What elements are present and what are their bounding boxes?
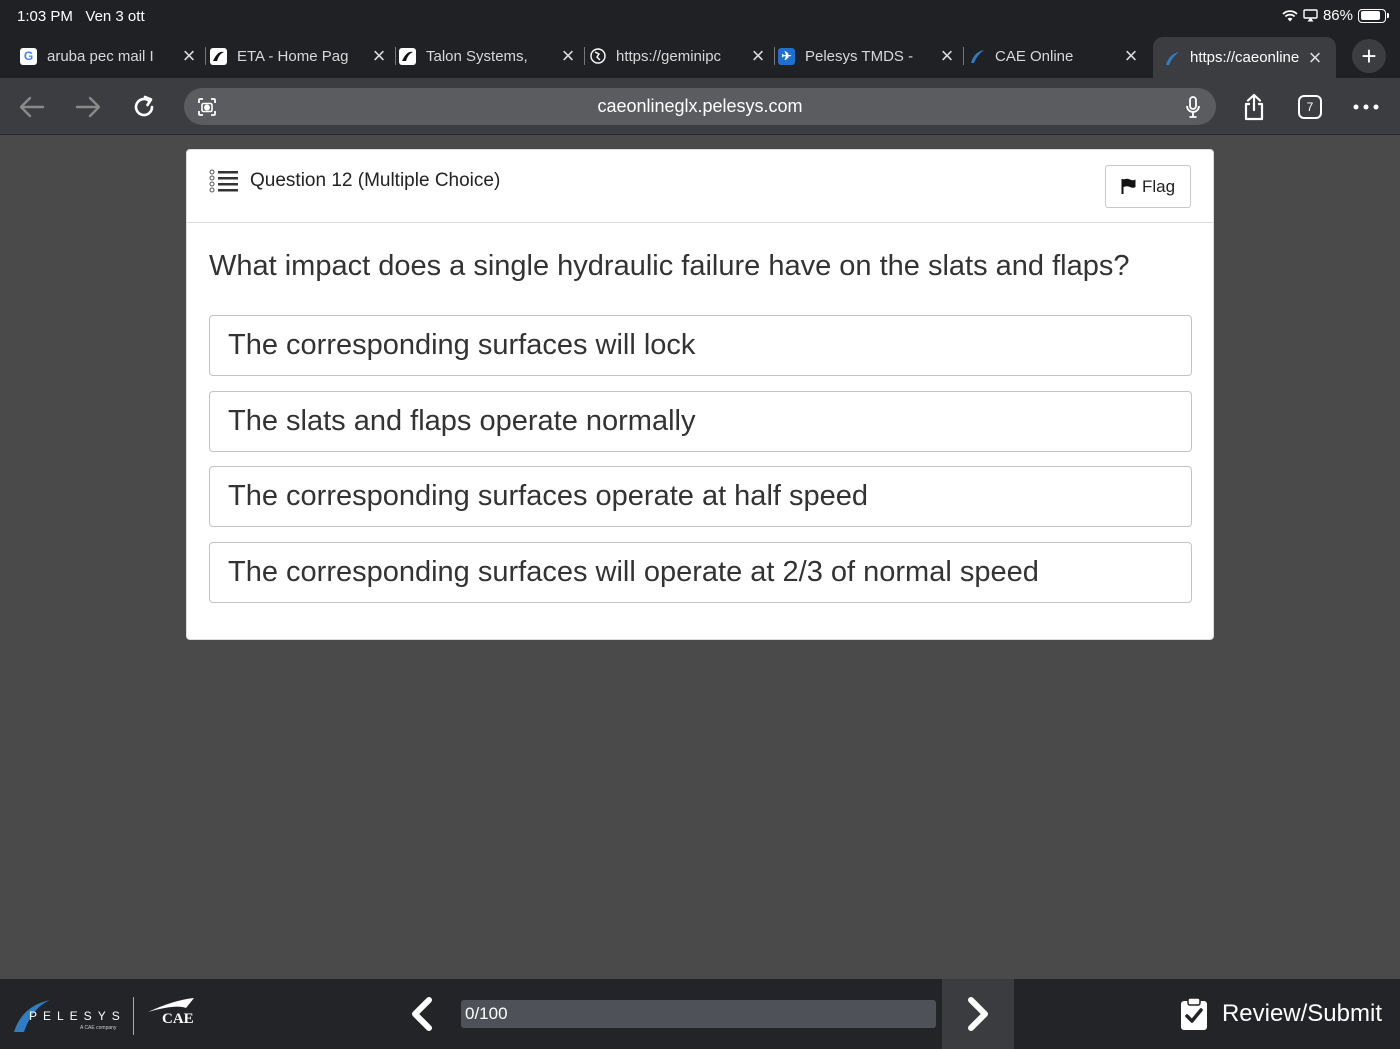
tab-separator: [584, 47, 585, 65]
share-icon: [1244, 93, 1264, 121]
share-button[interactable]: [1237, 90, 1271, 124]
status-time: 1:03 PM Ven 3 ott: [17, 8, 145, 25]
pelesys-logo: PELESYS A CAE company: [12, 996, 127, 1036]
answer-option-4[interactable]: The corresponding surfaces will operate …: [209, 542, 1192, 603]
arrow-right-icon: [75, 96, 101, 118]
tab-geminipc[interactable]: https://geminipc ×: [589, 37, 775, 75]
more-dots-icon: [1353, 104, 1379, 110]
tab-separator: [963, 47, 964, 65]
pelesys-subtitle: A CAE company: [80, 1025, 117, 1031]
question-list-icon[interactable]: [209, 168, 239, 196]
answer-option-1[interactable]: The corresponding surfaces will lock: [209, 315, 1192, 376]
tab-separator: [774, 47, 775, 65]
reload-button[interactable]: [127, 90, 161, 124]
battery-icon: [1358, 8, 1389, 23]
tab-cae-online[interactable]: CAE Online ×: [968, 37, 1142, 75]
tab-separator: [205, 47, 206, 65]
exam-footer: PELESYS A CAE company CAE 0/100 Review/S…: [0, 979, 1400, 1049]
close-icon[interactable]: ×: [178, 43, 200, 68]
review-submit-button[interactable]: Review/Submit: [1180, 997, 1382, 1031]
pelesys-icon: [968, 48, 985, 65]
tab-title: ETA - Home Pag: [237, 47, 349, 65]
cae-logo: CAE: [146, 996, 206, 1036]
tab-aruba[interactable]: G aruba pec mail I ×: [20, 37, 206, 75]
clipboard-check-icon: [1180, 997, 1207, 1030]
tab-caeonline-active[interactable]: https://caeonline ×: [1153, 37, 1336, 78]
screen-mirror-icon: [1303, 9, 1318, 22]
previous-question-button[interactable]: [400, 991, 444, 1037]
question-number-title: Question 12 (Multiple Choice): [250, 170, 501, 191]
pelesys-wordmark: PELESYS: [29, 1009, 126, 1023]
status-time-text: 1:03 PM: [17, 8, 73, 25]
plus-icon: +: [1361, 40, 1377, 71]
tab-talon[interactable]: Talon Systems, ×: [399, 37, 585, 75]
pelesys-icon: [1163, 49, 1180, 66]
chevron-right-icon: [968, 997, 988, 1031]
answer-option-label: The corresponding surfaces will lock: [228, 329, 696, 361]
exam-progress-bar: 0/100: [461, 1000, 936, 1028]
battery-percent: 86%: [1322, 7, 1353, 24]
progress-label: 0/100: [465, 1004, 508, 1023]
eta-logo-icon: [210, 47, 227, 65]
battery-fill: [1360, 11, 1381, 20]
tab-title: Pelesys TMDS -: [805, 47, 914, 65]
url-text: caeonlineglx.pelesys.com: [597, 96, 803, 116]
status-date-text: Ven 3 ott: [85, 8, 145, 25]
close-icon[interactable]: ×: [747, 43, 769, 68]
tab-title: Talon Systems,: [426, 47, 528, 65]
answer-option-label: The corresponding surfaces will operate …: [228, 556, 1039, 588]
forward-button[interactable]: [71, 90, 105, 124]
tab-switcher-button[interactable]: 7: [1293, 90, 1327, 124]
question-card: Question 12 (Multiple Choice) Flag What …: [186, 149, 1214, 640]
question-text: What impact does a single hydraulic fail…: [209, 250, 1130, 282]
talon-logo-icon: [399, 47, 416, 65]
tab-count-icon: 7: [1298, 95, 1322, 119]
next-question-button[interactable]: [942, 979, 1014, 1049]
flag-icon: [1121, 178, 1136, 194]
tab-title: https://geminipc: [616, 47, 722, 65]
microphone-icon[interactable]: [1184, 95, 1202, 119]
answer-option-label: The corresponding surfaces operate at ha…: [228, 480, 869, 512]
address-bar[interactable]: caeonlineglx.pelesys.com: [184, 88, 1216, 125]
status-bar: 1:03 PM Ven 3 ott 86%: [0, 0, 1400, 34]
answer-option-3[interactable]: The corresponding surfaces operate at ha…: [209, 466, 1192, 527]
flag-label: Flag: [1141, 176, 1176, 196]
lens-icon[interactable]: [196, 96, 218, 118]
close-icon[interactable]: ×: [368, 43, 390, 68]
more-menu-button[interactable]: [1349, 90, 1383, 124]
tab-pelesys-tmds[interactable]: ✈ Pelesys TMDS - ×: [778, 37, 964, 75]
close-icon[interactable]: ×: [1304, 45, 1326, 70]
arrow-left-icon: [19, 96, 45, 118]
logo-area: PELESYS A CAE company CAE: [12, 993, 206, 1039]
status-right: 86%: [1282, 7, 1389, 24]
tab-title: https://caeonline: [1190, 49, 1300, 66]
logo-divider: [133, 997, 134, 1035]
tab-separator: [395, 47, 396, 65]
tab-count-text: 7: [1306, 100, 1314, 114]
answer-option-2[interactable]: The slats and flaps operate normally: [209, 391, 1192, 452]
question-header: Question 12 (Multiple Choice) Flag: [187, 150, 1213, 223]
close-icon[interactable]: ×: [936, 43, 958, 68]
tab-eta[interactable]: ETA - Home Pag ×: [210, 37, 396, 75]
flag-button[interactable]: Flag: [1105, 165, 1191, 208]
plane-icon: ✈: [778, 47, 795, 65]
globe-icon: [589, 48, 606, 65]
back-button[interactable]: [15, 90, 49, 124]
cae-wordmark: CAE: [162, 1011, 194, 1027]
google-icon: G: [20, 47, 37, 65]
tab-title: aruba pec mail I: [47, 47, 154, 65]
answer-option-label: The slats and flaps operate normally: [228, 405, 696, 437]
wifi-icon: [1282, 10, 1298, 22]
close-icon[interactable]: ×: [557, 43, 579, 68]
tab-strip: G aruba pec mail I × ETA - Home Pag × Ta…: [0, 34, 1400, 78]
browser-toolbar: caeonlineglx.pelesys.com 7: [0, 78, 1400, 135]
chevron-left-icon: [412, 997, 432, 1031]
tab-title: CAE Online: [995, 47, 1074, 65]
reload-icon: [134, 95, 154, 117]
review-submit-label: Review/Submit: [1221, 1000, 1382, 1027]
close-icon[interactable]: ×: [1120, 43, 1142, 68]
new-tab-button[interactable]: +: [1352, 39, 1386, 73]
